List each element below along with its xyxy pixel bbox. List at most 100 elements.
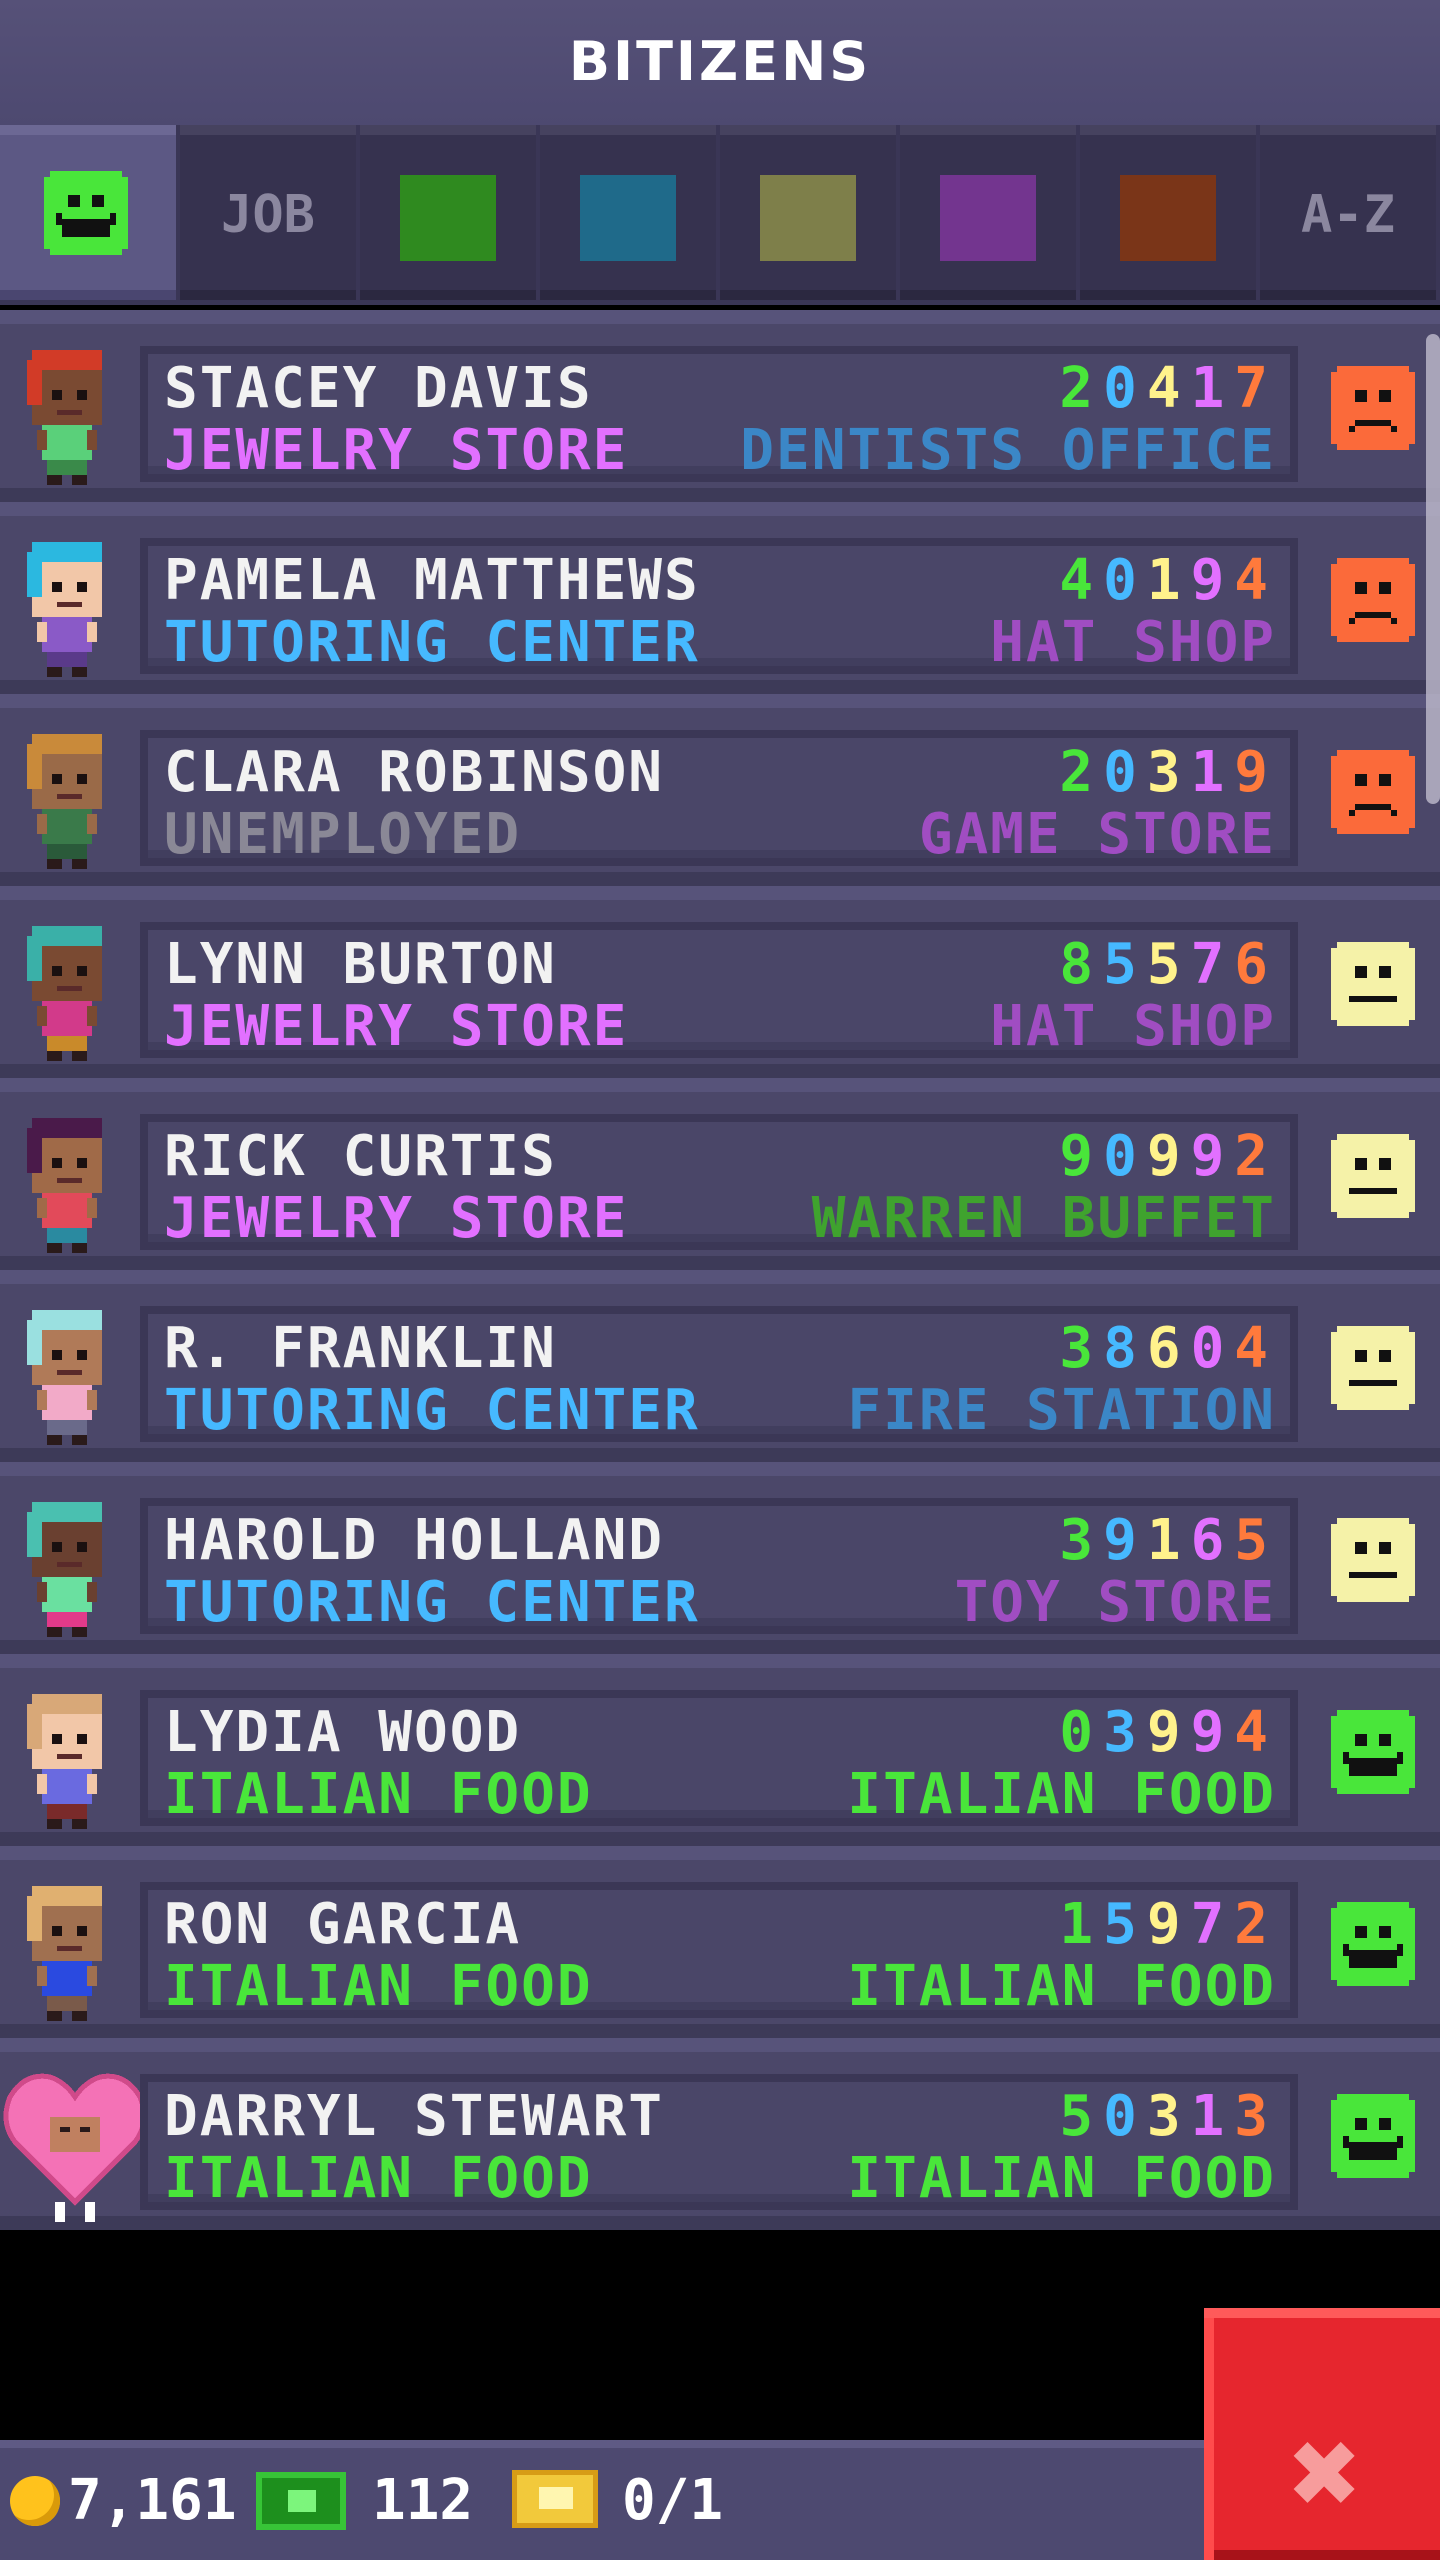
dream-job: GAME STORE — [918, 802, 1276, 867]
skill-digit: 5 — [1146, 932, 1191, 997]
dream-job: ITALIAN FOOD — [847, 2146, 1276, 2211]
skill-digit: 1 — [1146, 1508, 1191, 1573]
tab-a-z[interactable]: A-Z — [1260, 125, 1436, 300]
tickets-value: 0/1 — [622, 2468, 724, 2533]
current-job: UNEMPLOYED — [164, 802, 522, 867]
avatar — [12, 916, 122, 1066]
dream-job: HAT SHOP — [990, 994, 1276, 1059]
current-job: TUTORING CENTER — [164, 1378, 700, 1443]
dream-job: HAT SHOP — [990, 610, 1276, 675]
neutral-face-icon — [1325, 1128, 1421, 1228]
citizen-row[interactable]: LYDIA WOOD 03994 ITALIAN FOOD ITALIAN FOOD — [0, 1654, 1440, 1846]
avatar — [12, 1876, 122, 2026]
skill-digit: 8 — [1103, 1316, 1147, 1381]
citizen-card[interactable]: R. FRANKLIN 38604 TUTORING CENTER FIRE STAT… — [140, 1306, 1298, 1443]
skill-digit: 1 — [1190, 356, 1235, 421]
citizen-row[interactable]: PAMELA MATTHEWS 40194 TUTORING CENTER HAT S… — [0, 502, 1440, 694]
citizen-name: HAROLD HOLLAND — [164, 1508, 665, 1573]
category-swatch — [1120, 175, 1216, 261]
avatar — [12, 340, 122, 490]
skill-digit: 9 — [1103, 1508, 1147, 1573]
tab-happiness[interactable] — [0, 125, 176, 300]
vip-ticket-icon — [512, 2470, 598, 2528]
citizen-name: STACEY DAVIS — [164, 356, 593, 421]
skill-digits: 03994 — [1059, 1700, 1278, 1765]
skill-digit: 0 — [1103, 1124, 1147, 1189]
current-job: TUTORING CENTER — [164, 610, 700, 675]
citizen-row[interactable]: RON GARCIA 15972 ITALIAN FOOD ITALIAN FOOD — [0, 1846, 1440, 2038]
skill-digits: 85576 — [1059, 932, 1278, 997]
tab-label: A-Z — [1301, 185, 1395, 245]
citizen-name: RICK CURTIS — [164, 1124, 557, 1189]
citizen-row[interactable]: RICK CURTIS 90992 JEWELRY STORE WARREN BUFF… — [0, 1078, 1440, 1270]
skill-digit: 2 — [1059, 740, 1104, 805]
close-button[interactable]: ✖ — [1204, 2308, 1440, 2560]
skill-digit: 7 — [1190, 1892, 1235, 1957]
citizen-card[interactable]: LYNN BURTON 85576 JEWELRY STORE HAT SHOP — [140, 922, 1298, 1059]
skill-digit: 3 — [1059, 1508, 1104, 1573]
skill-digit: 3 — [1146, 740, 1191, 805]
current-job: ITALIAN FOOD — [164, 2146, 593, 2211]
citizen-card[interactable]: LYDIA WOOD 03994 ITALIAN FOOD ITALIAN FOOD — [140, 1690, 1298, 1827]
citizen-row[interactable]: R. FRANKLIN 38604 TUTORING CENTER FIRE STAT… — [0, 1270, 1440, 1462]
skill-digit: 0 — [1059, 1700, 1104, 1765]
skill-digit: 4 — [1234, 1700, 1278, 1765]
coins-value: 7,161 — [68, 2468, 237, 2533]
skill-digit: 2 — [1059, 356, 1104, 421]
citizen-card[interactable]: HAROLD HOLLAND 39165 TUTORING CENTER TOY ST… — [140, 1498, 1298, 1635]
dream-job: DENTISTS OFFICE — [740, 418, 1276, 483]
citizen-row[interactable]: CLARA ROBINSON 20319 UNEMPLOYED GAME STORE — [0, 694, 1440, 886]
tab-job[interactable]: JOB — [180, 125, 356, 300]
tab-creative[interactable] — [1080, 125, 1256, 300]
skill-digit: 5 — [1103, 932, 1147, 997]
citizen-name: RON GARCIA — [164, 1892, 522, 1957]
skill-digit: 3 — [1059, 1316, 1104, 1381]
dream-job: TOY STORE — [954, 1570, 1276, 1635]
skill-digit: 5 — [1103, 1892, 1147, 1957]
citizen-name: CLARA ROBINSON — [164, 740, 665, 805]
skill-digit: 8 — [1059, 932, 1104, 997]
avatar — [12, 1300, 122, 1450]
skill-digit: 7 — [1234, 356, 1278, 421]
tab-service[interactable] — [540, 125, 716, 300]
avatar — [12, 724, 122, 874]
citizen-row[interactable]: STACEY DAVIS 20417 JEWELRY STORE DENTISTS O… — [0, 310, 1440, 502]
neutral-face-icon — [1325, 1512, 1421, 1612]
current-job: ITALIAN FOOD — [164, 1762, 593, 1827]
skill-digit: 0 — [1103, 2084, 1147, 2149]
citizen-card[interactable]: DARRYL STEWART 50313 ITALIAN FOOD ITALIAN F… — [140, 2074, 1298, 2211]
avatar — [3, 2068, 147, 2222]
skill-digits: 15972 — [1059, 1892, 1278, 1957]
scrollbar[interactable] — [1426, 334, 1440, 804]
header-bar: BITIZENS — [0, 0, 1440, 125]
skill-digit: 5 — [1059, 2084, 1104, 2149]
skill-digit: 0 — [1190, 1316, 1235, 1381]
bux-value: 112 — [372, 2468, 474, 2533]
skill-digit: 4 — [1059, 548, 1104, 613]
skill-digit: 1 — [1146, 548, 1191, 613]
tab-recreation[interactable] — [720, 125, 896, 300]
skill-digits: 38604 — [1059, 1316, 1278, 1381]
citizen-card[interactable]: CLARA ROBINSON 20319 UNEMPLOYED GAME STORE — [140, 730, 1298, 867]
citizen-card[interactable]: RICK CURTIS 90992 JEWELRY STORE WARREN BUFF… — [140, 1114, 1298, 1251]
skill-digit: 9 — [1059, 1124, 1104, 1189]
skill-digit: 9 — [1190, 1700, 1235, 1765]
citizen-card[interactable]: PAMELA MATTHEWS 40194 TUTORING CENTER HAT S… — [140, 538, 1298, 675]
skill-digit: 9 — [1146, 1700, 1191, 1765]
sort-tabs: JOB A-Z — [0, 125, 1440, 305]
skill-digit: 2 — [1234, 1892, 1278, 1957]
tab-retail[interactable] — [900, 125, 1076, 300]
skill-digit: 3 — [1234, 2084, 1278, 2149]
citizen-card[interactable]: STACEY DAVIS 20417 JEWELRY STORE DENTISTS O… — [140, 346, 1298, 483]
skill-digits: 39165 — [1059, 1508, 1278, 1573]
skill-digit: 9 — [1234, 740, 1278, 805]
citizen-row[interactable]: DARRYL STEWART 50313 ITALIAN FOOD ITALIAN F… — [0, 2038, 1440, 2230]
happy-face-icon — [38, 165, 134, 265]
tab-food[interactable] — [360, 125, 536, 300]
neutral-face-icon — [1325, 936, 1421, 1036]
citizen-card[interactable]: RON GARCIA 15972 ITALIAN FOOD ITALIAN FOOD — [140, 1882, 1298, 2019]
citizen-row[interactable]: LYNN BURTON 85576 JEWELRY STORE HAT SHOP — [0, 886, 1440, 1078]
citizen-row[interactable]: HAROLD HOLLAND 39165 TUTORING CENTER TOY ST… — [0, 1462, 1440, 1654]
skill-digit: 0 — [1103, 740, 1147, 805]
skill-digit: 3 — [1146, 2084, 1191, 2149]
